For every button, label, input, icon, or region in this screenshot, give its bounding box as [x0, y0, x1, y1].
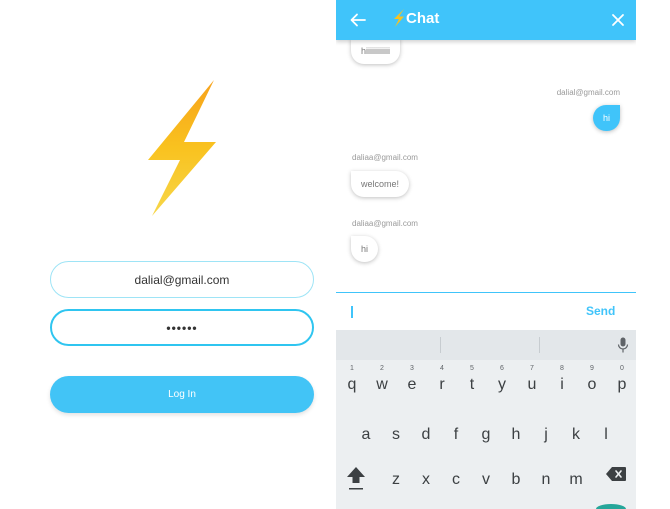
message-bubble: hi — [351, 236, 379, 262]
keyboard-key-label: d — [421, 426, 431, 443]
suggestion-divider — [440, 337, 441, 353]
keyboard-key-label: u — [527, 376, 537, 393]
keyboard-key[interactable]: c — [441, 460, 471, 490]
lightning-bolt-icon — [148, 80, 216, 216]
keyboard-key[interactable]: 0p — [607, 365, 636, 395]
email-field[interactable] — [50, 261, 314, 298]
message-sender: daliaa@gmail.com — [352, 219, 418, 228]
keyboard-row-2: asdfghjkl — [336, 415, 636, 445]
keyboard-key-label: t — [469, 376, 475, 393]
keyboard-key-label: l — [604, 426, 608, 443]
soft-keyboard: 1q2w3e4r5t6y7u8i9o0p asdfghjkl zxcvbnm — [336, 330, 636, 509]
keyboard-key-hint: 0 — [620, 365, 624, 372]
message-bubble: hi — [592, 105, 620, 131]
keyboard-key-label: m — [569, 471, 583, 488]
keyboard-row-1: 1q2w3e4r5t6y7u8i9o0p — [336, 365, 636, 395]
keyboard-key-label: s — [392, 426, 400, 443]
keyboard-key-label: b — [511, 471, 521, 488]
app-bar: Chat — [336, 0, 636, 40]
keyboard-key-label: e — [407, 376, 417, 393]
message-input[interactable] — [351, 306, 353, 318]
keyboard-key[interactable]: h — [501, 415, 531, 445]
keyboard-key[interactable]: 8i — [547, 365, 577, 395]
keyboard-key[interactable]: a — [351, 415, 381, 445]
keyboard-action-key[interactable] — [596, 504, 626, 509]
keyboard-key-hint: 5 — [470, 365, 474, 372]
background-margin — [636, 0, 670, 509]
keyboard-key-label: f — [453, 426, 459, 443]
keyboard-key[interactable]: m — [561, 460, 591, 490]
keyboard-key[interactable]: j — [531, 415, 561, 445]
suggestion-divider — [539, 337, 540, 353]
keyboard-key-label: q — [347, 376, 357, 393]
keyboard-key-hint: 3 — [410, 365, 414, 372]
password-field[interactable] — [50, 309, 314, 346]
keyboard-key-label: c — [452, 471, 460, 488]
keyboard-key[interactable]: 5t — [457, 365, 487, 395]
keyboard-key[interactable]: z — [381, 460, 411, 490]
keyboard-key[interactable]: l — [591, 415, 621, 445]
keyboard-key[interactable]: 3e — [397, 365, 427, 395]
keyboard-key-label: j — [544, 426, 548, 443]
keyboard-key[interactable]: 4r — [427, 365, 457, 395]
message-list: hiiiiiiiiiiii dalial@gmail.com hi daliaa… — [336, 38, 636, 292]
keyboard-key-label: r — [439, 376, 445, 393]
keyboard-key-label: w — [376, 376, 388, 393]
message-composer: Send — [336, 292, 636, 330]
keyboard-key-label: g — [481, 426, 491, 443]
chat-screen: Chat hiiiiiiiiiiii dalial@gmail.com hi d… — [336, 0, 636, 509]
close-icon[interactable] — [610, 12, 626, 28]
keyboard-row-3: zxcvbnm — [336, 460, 636, 490]
keyboard-key[interactable]: 2w — [367, 365, 397, 395]
keyboard-key[interactable]: k — [561, 415, 591, 445]
lightning-bolt-icon — [394, 9, 404, 27]
keyboard-key[interactable]: v — [471, 460, 501, 490]
chat-title: Chat — [393, 9, 439, 27]
keyboard-key[interactable]: d — [411, 415, 441, 445]
keyboard-key[interactable]: b — [501, 460, 531, 490]
keyboard-key[interactable]: 1q — [337, 365, 367, 395]
keyboard-key-label: h — [511, 426, 521, 443]
keyboard-key[interactable]: 7u — [517, 365, 547, 395]
keyboard-key[interactable]: g — [471, 415, 501, 445]
keyboard-key-hint: 1 — [350, 365, 354, 372]
keyboard-key-hint: 8 — [560, 365, 564, 372]
shift-icon[interactable] — [346, 465, 366, 491]
keyboard-key[interactable]: 9o — [577, 365, 607, 395]
keyboard-key-hint: 4 — [440, 365, 444, 372]
arrow-left-icon[interactable] — [349, 11, 367, 29]
message-bubble: welcome! — [351, 171, 410, 197]
keyboard-key-label: v — [482, 471, 490, 488]
send-button[interactable]: Send — [586, 304, 615, 318]
microphone-icon[interactable] — [617, 337, 629, 353]
keyboard-key-hint: 7 — [530, 365, 534, 372]
message-bubble: hiiiiiiiiiiii — [351, 38, 400, 64]
keyboard-key-label: o — [587, 376, 597, 393]
keyboard-key-hint: 2 — [380, 365, 384, 372]
keyboard-key-label: z — [392, 471, 400, 488]
suggestion-strip — [336, 330, 636, 360]
login-screen: Log In — [0, 0, 336, 509]
keyboard-key-label: i — [560, 376, 564, 393]
keyboard-key[interactable]: f — [441, 415, 471, 445]
login-button[interactable]: Log In — [50, 376, 314, 413]
keyboard-key-label: x — [422, 471, 430, 488]
keyboard-key-label: p — [617, 376, 627, 393]
keyboard-key[interactable]: 6y — [487, 365, 517, 395]
keyboard-key[interactable]: s — [381, 415, 411, 445]
keyboard-key[interactable]: n — [531, 460, 561, 490]
keyboard-key[interactable]: x — [411, 460, 441, 490]
keyboard-key-label: y — [498, 376, 506, 393]
message-sender: dalial@gmail.com — [556, 88, 620, 97]
backspace-icon[interactable] — [606, 467, 626, 481]
keyboard-key-label: k — [572, 426, 580, 443]
chat-title-text: Chat — [406, 9, 440, 27]
keyboard-key-hint: 9 — [590, 365, 594, 372]
keyboard-key-hint: 6 — [500, 365, 504, 372]
keyboard-key-label: n — [541, 471, 551, 488]
message-sender: daliaa@gmail.com — [352, 153, 418, 162]
keyboard-key-label: a — [361, 426, 371, 443]
